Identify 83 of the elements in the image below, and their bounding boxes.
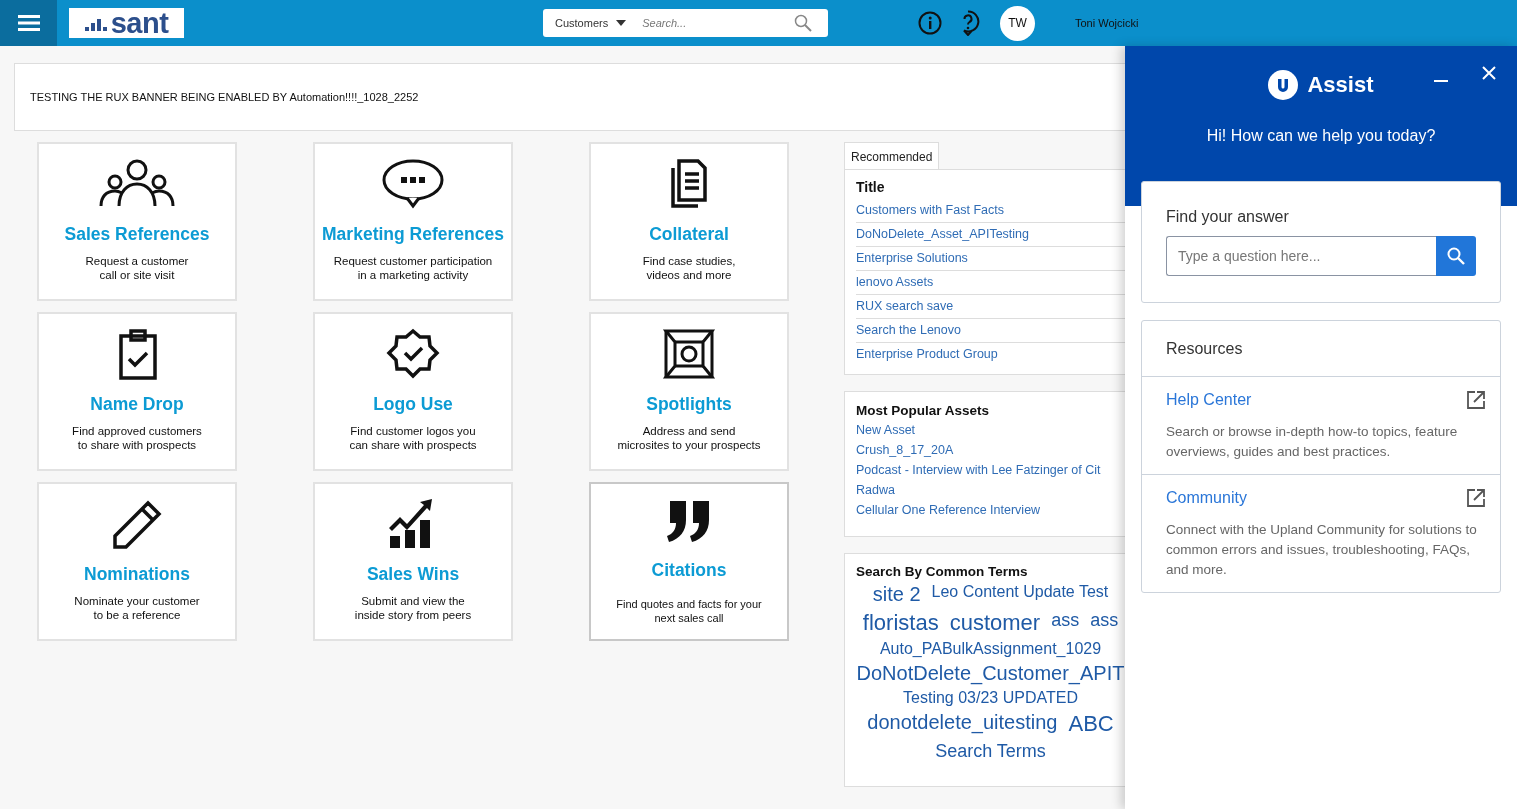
assist-title: Assist (1307, 72, 1374, 98)
asset-link[interactable]: RUX search save (856, 295, 1125, 319)
search-term-link[interactable]: Search Terms (935, 738, 1046, 764)
resource-description: Connect with the Upland Community for solutions to common errors and issues, troubleshooting, FAQs, and more. (1166, 521, 1478, 579)
asset-link[interactable]: Crush_8_17_20A (856, 440, 1125, 460)
tile-description: Find quotes and facts for your next sales call (616, 597, 762, 625)
tab[interactable]: Recommended (844, 142, 940, 169)
asset-link[interactable]: Customers with Fast Facts (856, 199, 1125, 223)
greeting-text: Hi! How can we help you today? (1206, 127, 1436, 145)
tile-title: Spotlights (646, 394, 732, 415)
tile-description: Find approved customers to share with prospects (72, 424, 202, 452)
column-header: Title (856, 179, 886, 197)
search-term-link[interactable]: Leo Content Update Test (931, 581, 1109, 609)
caret-icon (616, 20, 627, 26)
card-title: Find your answer (1166, 208, 1290, 226)
asset-link[interactable]: Radwa (856, 480, 1125, 500)
menu-button[interactable] (0, 0, 57, 46)
logo-text: sant (110, 8, 169, 38)
resource-link[interactable]: Help Center (1166, 391, 1252, 409)
tile-title: Marketing References (322, 224, 504, 245)
asset-link[interactable]: Enterprise Solutions (856, 247, 1125, 271)
user-avatar[interactable]: TW (1000, 5, 1035, 41)
feature-tile[interactable]: Nominations Nominate your customer to be a reference (37, 482, 237, 641)
tile-description: Request customer participation in a marketing activity (333, 254, 493, 282)
asset-link[interactable]: New Asset (856, 420, 1125, 440)
feature-tile[interactable]: Citations Find quotes and facts for your next sales call (589, 482, 789, 641)
menu-icon (17, 15, 40, 31)
search-field[interactable]: Customers Search... (543, 9, 828, 37)
tile-title: Collateral (649, 224, 729, 245)
card-title: Resources (1142, 321, 1500, 377)
search-term-link[interactable]: donotdelete_uitesting (867, 708, 1058, 739)
asset-link[interactable]: lenovo Assets (856, 271, 1125, 295)
tile-description: Submit and view the inside story from peers (354, 594, 472, 622)
tile-description: Address and send microsites to your prospects (617, 424, 761, 452)
close-button[interactable] (1482, 66, 1496, 80)
asset-link[interactable]: Search the Lenovo (856, 319, 1125, 343)
feature-tile[interactable]: Spotlights Address and send microsites to your prospects (589, 312, 789, 471)
tile-description: Find case studies, videos and more (642, 254, 736, 282)
tile-title: Citations (651, 560, 727, 581)
info-icon (918, 11, 942, 35)
search-icon (794, 14, 813, 32)
user-name[interactable]: Toni Wojcicki (1075, 17, 1139, 29)
tile-title: Sales References (64, 224, 210, 245)
asset-link[interactable]: Enterprise Product Group (856, 343, 1125, 366)
search-term-link[interactable]: DoNotDelete_Customer_APIT (856, 659, 1125, 688)
search-button[interactable] (1436, 236, 1476, 276)
feature-tile[interactable]: Logo Use Find customer logos you can share with prospects (313, 312, 513, 471)
u-logo-icon (1268, 70, 1299, 100)
resource-link[interactable]: Community (1166, 489, 1247, 507)
search-term-link[interactable]: ass (1051, 608, 1080, 639)
tile-title: Logo Use (373, 394, 453, 415)
tile-description: Nominate your customer to be a reference (74, 594, 200, 622)
close-icon (1482, 66, 1496, 80)
feature-tile[interactable]: Marketing References Request customer participation in a marketing activity (313, 142, 513, 301)
tile-description: Request a customer call or site visit (85, 254, 189, 282)
info-button[interactable] (918, 11, 942, 35)
search-term-link[interactable]: customer (949, 608, 1041, 639)
feature-tile[interactable]: Collateral Find case studies, videos and more (589, 142, 789, 301)
external-link-icon (1466, 390, 1486, 410)
search-icon (1447, 247, 1465, 265)
search-term-link[interactable]: ass (1090, 608, 1119, 639)
tile-description: Find customer logos you can share with prospects (349, 424, 477, 452)
feature-tile[interactable]: Name Drop Find approved customers to share with prospects (37, 312, 237, 471)
feature-tile[interactable]: Sales Wins Submit and view the inside story from peers (313, 482, 513, 641)
search-term-link[interactable]: floristas (862, 608, 939, 639)
asset-link[interactable]: Cellular One Reference Interview (856, 500, 1125, 520)
search-term-link[interactable]: site 2 (872, 581, 921, 609)
panel-title: Most Popular Assets (856, 403, 991, 418)
resource-description: Search or browse in-depth how-to topics, feature overviews, guides and best practices. (1166, 423, 1459, 461)
tile-title: Nominations (84, 564, 190, 585)
search-term-link[interactable]: Testing 03/23 UPDATED (903, 687, 1078, 709)
feature-tile[interactable]: Sales References Request a customer call or site visit (37, 142, 237, 301)
search-term-link[interactable]: ABC (1068, 708, 1114, 739)
tile-title: Name Drop (90, 394, 184, 415)
scope-dropdown[interactable]: Customers (555, 17, 627, 29)
external-link-icon (1466, 488, 1486, 508)
panel-title: Search By Common Terms (856, 564, 1029, 579)
minimize-icon (1434, 80, 1448, 82)
tile-title: Sales Wins (366, 564, 460, 585)
search-term-link[interactable]: Auto_PABulkAssignment_1029 (879, 638, 1102, 660)
asset-link[interactable]: DoNoDelete_Asset_APITesting (856, 223, 1125, 247)
question-field[interactable]: Type a question here... (1166, 236, 1436, 276)
asset-link[interactable]: Podcast - Interview with Lee Fatzinger of Cit (856, 460, 1125, 480)
